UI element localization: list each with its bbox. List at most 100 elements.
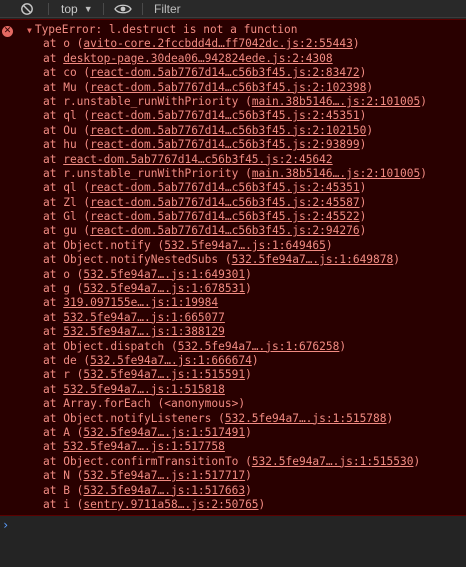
triangle-down-icon: ▼ bbox=[27, 26, 32, 35]
frame-text: ) bbox=[245, 483, 252, 497]
frame-text: at N ( bbox=[43, 469, 84, 483]
source-link[interactable]: 532.5fe94a7….js:1:388129 bbox=[63, 325, 225, 338]
stack-frame: at 532.5fe94a7….js:1:665077 bbox=[43, 311, 427, 325]
stack-frame: at react-dom.5ab7767d14…c56b3f45.js:2:45… bbox=[43, 153, 427, 167]
source-link[interactable]: 532.5fe94a7….js:1:515818 bbox=[63, 383, 225, 396]
frame-text: ) bbox=[366, 123, 374, 137]
frame-text: at Ou ( bbox=[43, 123, 91, 137]
frame-text: ) bbox=[258, 497, 266, 511]
stack-frame: at Object.notifyListeners (532.5fe94a7….… bbox=[43, 412, 427, 426]
source-link[interactable]: 532.5fe94a7….js:1:517663 bbox=[83, 484, 245, 497]
frame-text: ) bbox=[420, 166, 427, 180]
error-icon: ✕ bbox=[2, 26, 13, 37]
stack-frame: at 532.5fe94a7….js:1:388129 bbox=[43, 325, 427, 339]
frame-text: at Object.notify ( bbox=[43, 238, 165, 252]
stack-frame: at desktop-page.30dea06…942824ede.js:2:4… bbox=[43, 52, 427, 66]
frame-text: at Mu ( bbox=[43, 80, 91, 94]
source-link[interactable]: react-dom.5ab7767d14…c56b3f45.js:2:45522 bbox=[90, 210, 359, 223]
toolbar-divider bbox=[48, 3, 49, 15]
source-link[interactable]: 532.5fe94a7….js:1:666674 bbox=[90, 354, 252, 367]
frame-text: at bbox=[43, 152, 64, 166]
source-link[interactable]: react-dom.5ab7767d14…c56b3f45.js:2:45587 bbox=[90, 196, 359, 209]
toolbar-divider bbox=[142, 3, 143, 15]
source-link[interactable]: avito-core.2fccbdd4d…ff7042dc.js:2:55443 bbox=[83, 37, 352, 50]
frame-text: ) bbox=[359, 181, 367, 195]
frame-text: at Array.forEach (<anonymous>) bbox=[43, 397, 246, 411]
source-link[interactable]: desktop-page.30dea06…942824ede.js:2:4308 bbox=[63, 52, 332, 65]
filter-input[interactable] bbox=[146, 0, 466, 17]
toolbar-divider bbox=[103, 3, 104, 15]
stack-frame: at Object.dispatch (532.5fe94a7….js:1:67… bbox=[43, 340, 427, 354]
frame-text: at gu ( bbox=[43, 224, 91, 238]
frame-text: ) bbox=[325, 238, 333, 252]
frame-text: at Gl ( bbox=[43, 210, 91, 224]
source-link[interactable]: 532.5fe94a7….js:1:515591 bbox=[83, 368, 245, 381]
error-text: TypeError: l.destruct is not a function bbox=[34, 23, 298, 36]
stack-frame: at r.unstable_runWithPriority (main.38b5… bbox=[43, 95, 427, 109]
source-link[interactable]: main.38b5146….js:2:101005 bbox=[252, 167, 420, 180]
source-link[interactable]: 532.5fe94a7….js:1:676258 bbox=[178, 340, 340, 353]
stack-trace: at o ( avito-core.2fccbdd4d…ff7042dc.js:2… bbox=[43, 37, 427, 512]
source-link[interactable]: 532.5fe94a7….js:1:678531 bbox=[83, 282, 245, 295]
source-link[interactable]: 532.5fe94a7….js:1:649301 bbox=[83, 268, 245, 281]
live-expression-button[interactable] bbox=[114, 0, 132, 17]
frame-text: at B ( bbox=[43, 483, 84, 497]
source-link[interactable]: 319.097155e….js:1:19984 bbox=[63, 296, 218, 309]
source-link[interactable]: react-dom.5ab7767d14…c56b3f45.js:2:45642 bbox=[63, 153, 332, 166]
source-link[interactable]: 532.5fe94a7….js:1:515788 bbox=[225, 412, 387, 425]
source-link[interactable]: 532.5fe94a7….js:1:517758 bbox=[63, 440, 225, 453]
source-link[interactable]: react-dom.5ab7767d14…c56b3f45.js:2:45351 bbox=[90, 181, 359, 194]
source-link[interactable]: sentry.9711a58….js:2:50765 bbox=[83, 498, 258, 511]
stack-frame: at o (532.5fe94a7….js:1:649301) bbox=[43, 268, 427, 282]
source-link[interactable]: react-dom.5ab7767d14…c56b3f45.js:2:94276 bbox=[90, 224, 359, 237]
frame-text: at de ( bbox=[43, 353, 91, 367]
frame-text: at hu ( bbox=[43, 138, 91, 152]
frame-text: at Object.notifyNestedSubs ( bbox=[43, 253, 232, 267]
frame-text: ) bbox=[366, 80, 374, 94]
console-prompt[interactable]: › bbox=[2, 516, 466, 534]
source-link[interactable]: react-dom.5ab7767d14…c56b3f45.js:2:10239… bbox=[90, 81, 366, 94]
stack-frame: at hu (react-dom.5ab7767d14…c56b3f45.js:… bbox=[43, 138, 427, 152]
frame-text: ) bbox=[339, 339, 347, 353]
frame-text: ) bbox=[245, 282, 252, 296]
source-link[interactable]: 532.5fe94a7….js:1:649878 bbox=[232, 253, 394, 266]
error-message[interactable]: ▼ TypeError: l.destruct is not a function bbox=[27, 23, 298, 38]
frame-text: ) bbox=[359, 195, 367, 209]
source-link[interactable]: react-dom.5ab7767d14…c56b3f45.js:2:45351 bbox=[90, 109, 359, 122]
frame-text: ) bbox=[413, 454, 421, 468]
source-link[interactable]: react-dom.5ab7767d14…c56b3f45.js:2:83472 bbox=[90, 66, 359, 79]
frame-text: at ql ( bbox=[43, 109, 91, 123]
stack-frame: at Array.forEach (<anonymous>) bbox=[43, 397, 427, 411]
stack-frame: at de (532.5fe94a7….js:1:666674) bbox=[43, 354, 427, 368]
console-toolbar: top ▼ bbox=[0, 0, 466, 18]
clear-console-button[interactable] bbox=[20, 0, 34, 17]
frame-text: at bbox=[43, 382, 64, 396]
frame-text: at r ( bbox=[43, 368, 84, 382]
frame-text: at bbox=[43, 296, 64, 310]
block-icon bbox=[21, 2, 33, 15]
source-link[interactable]: 532.5fe94a7….js:1:517717 bbox=[83, 469, 245, 482]
source-link[interactable]: main.38b5146….js:2:101005 bbox=[252, 95, 420, 108]
frame-text: at Object.notifyListeners ( bbox=[43, 411, 225, 425]
stack-frame: at r.unstable_runWithPriority (main.38b5… bbox=[43, 167, 427, 181]
frame-text: at bbox=[43, 310, 64, 324]
source-link[interactable]: 532.5fe94a7….js:1:515530 bbox=[252, 455, 414, 468]
source-link[interactable]: 532.5fe94a7….js:1:649465 bbox=[164, 239, 326, 252]
frame-text: ) bbox=[386, 411, 394, 425]
source-link[interactable]: 532.5fe94a7….js:1:517491 bbox=[83, 426, 245, 439]
frame-text: ) bbox=[245, 368, 252, 382]
chevron-down-icon: ▼ bbox=[83, 3, 93, 14]
stack-frame: at B (532.5fe94a7….js:1:517663) bbox=[43, 484, 427, 498]
stack-frame: at Gl (react-dom.5ab7767d14…c56b3f45.js:… bbox=[43, 210, 427, 224]
stack-frame: at Object.notifyNestedSubs (532.5fe94a7…… bbox=[43, 253, 427, 267]
source-link[interactable]: 532.5fe94a7….js:1:665077 bbox=[63, 311, 225, 324]
context-label: top bbox=[61, 1, 78, 16]
stack-frame: at ql (react-dom.5ab7767d14…c56b3f45.js:… bbox=[43, 181, 427, 195]
source-link[interactable]: react-dom.5ab7767d14…c56b3f45.js:2:10215… bbox=[90, 124, 366, 137]
frame-text: at r.unstable_runWithPriority ( bbox=[43, 166, 252, 180]
source-link[interactable]: react-dom.5ab7767d14…c56b3f45.js:2:93899 bbox=[90, 138, 359, 151]
frame-text: at o ( bbox=[43, 267, 84, 281]
frame-text: ) bbox=[359, 66, 367, 80]
frame-text: at Zl ( bbox=[43, 195, 91, 209]
context-selector[interactable]: top ▼ bbox=[61, 0, 93, 17]
